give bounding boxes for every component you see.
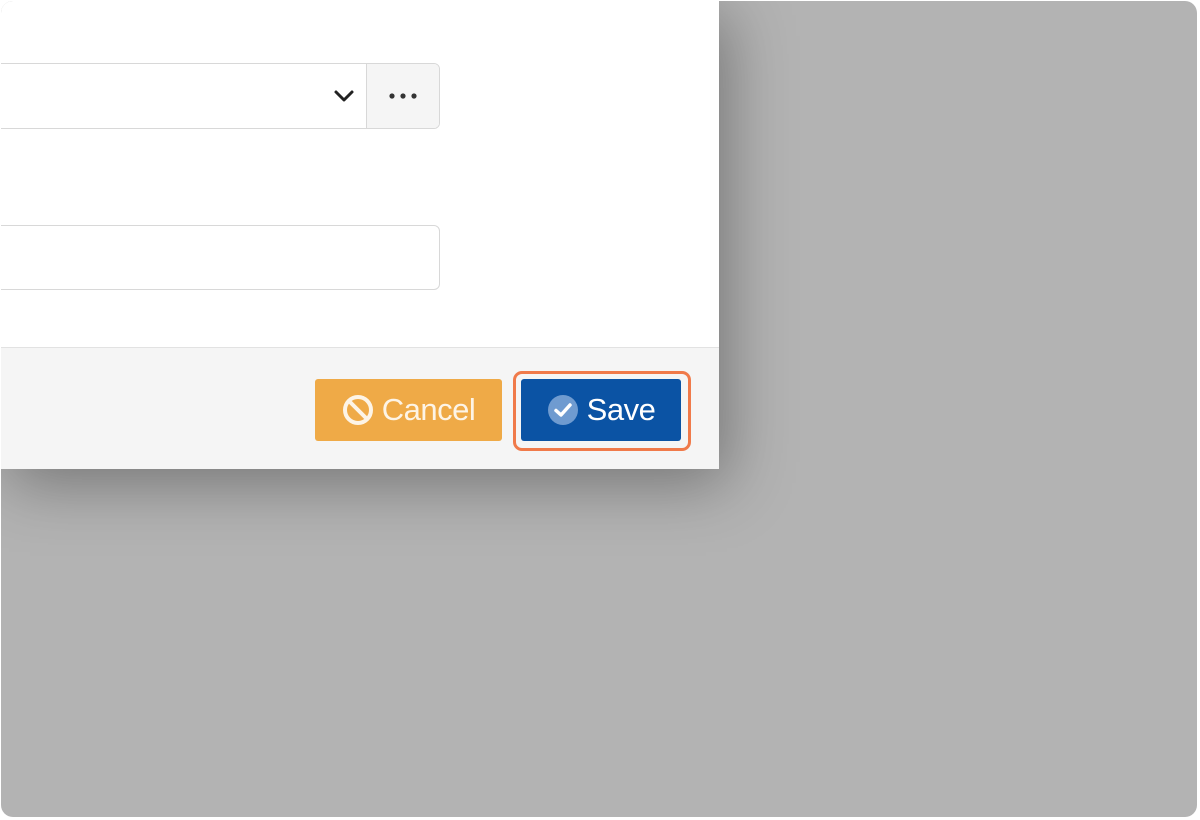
chevron-down-icon bbox=[334, 90, 354, 102]
dialog-footer: Cancel Save bbox=[1, 347, 719, 469]
save-button[interactable]: Save bbox=[521, 379, 681, 441]
text-input[interactable] bbox=[1, 225, 440, 290]
dialog: Cancel Save bbox=[1, 1, 719, 469]
ellipsis-icon bbox=[389, 93, 417, 99]
dropdown-select[interactable] bbox=[1, 64, 366, 128]
more-options-button[interactable] bbox=[366, 64, 439, 128]
save-label: Save bbox=[586, 392, 656, 427]
select-group bbox=[1, 63, 440, 129]
screen-frame: Cancel Save bbox=[1, 1, 1197, 817]
check-circle-icon bbox=[547, 394, 579, 426]
ban-icon bbox=[342, 394, 374, 426]
cancel-label: Cancel bbox=[381, 392, 476, 427]
cancel-button[interactable]: Cancel bbox=[315, 379, 502, 441]
